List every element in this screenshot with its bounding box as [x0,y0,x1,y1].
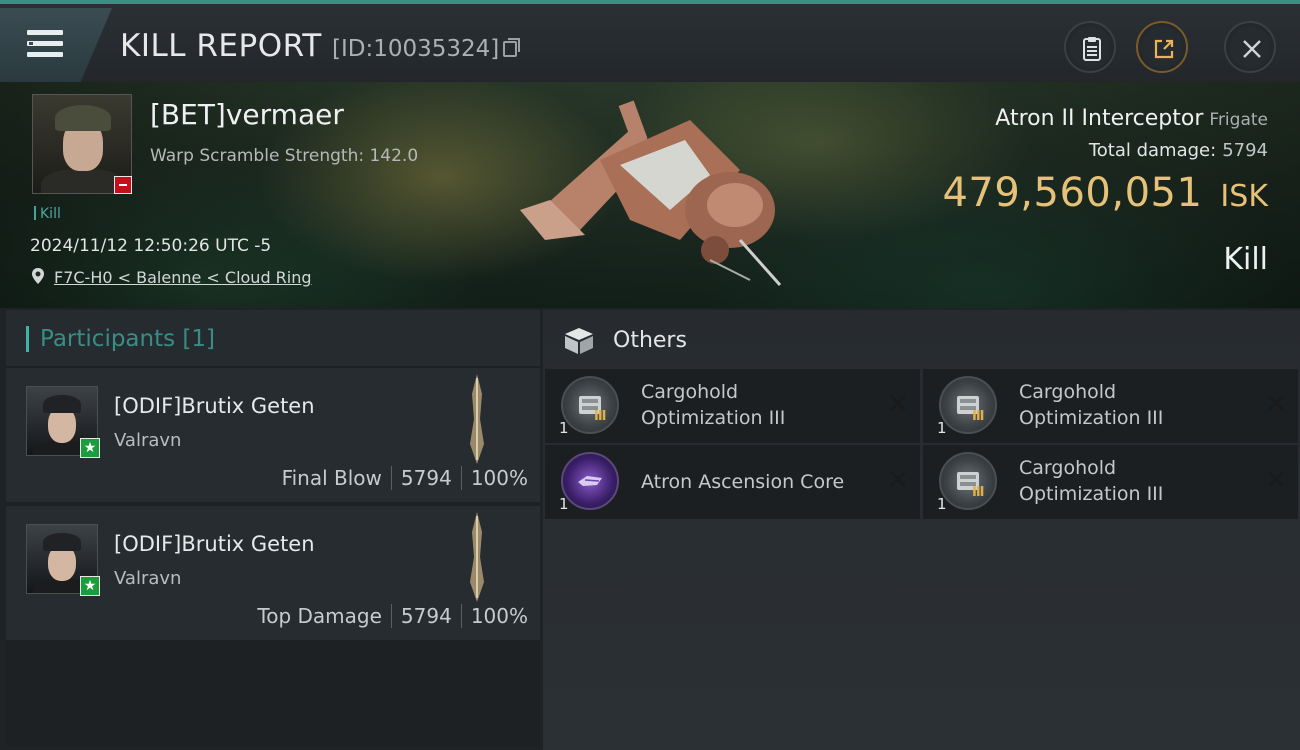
kill-location-link[interactable]: F7C-H0 < Balenne < Cloud Ring [54,268,312,287]
item-name-line2: Optimization III [1019,407,1164,429]
ship-class: Frigate [1209,110,1268,130]
item-name: Cargohold Optimization III [1019,379,1163,431]
participant-row[interactable]: ★ [ODIF]Brutix Geten Valravn Final Blow 5… [6,368,540,502]
isk-value: 479,560,051 ISK [942,170,1268,216]
others-panel: Others III 1 Cargohold Optimization III … [543,310,1300,750]
dropped-item[interactable]: III 1 Cargohold Optimization III [545,369,920,443]
dropped-item[interactable]: III 1 Cargohold Optimization III [923,445,1298,519]
page-title: KILL REPORT [120,28,322,64]
kill-tag: Kill [34,206,61,222]
item-quantity: 1 [559,495,569,513]
isk-amount: 479,560,051 [942,170,1203,216]
participant-ship: Valravn [114,430,182,451]
participants-panel: Participants [1] ★ [ODIF]Brutix Geten Va… [6,310,540,746]
kill-result: Kill [1223,242,1268,277]
participant-stats: Final Blow 5794 100% [282,466,528,490]
item-tier: III [594,409,606,424]
total-damage-value: 5794 [1222,140,1268,161]
destroyed-x-icon [890,395,906,411]
item-quantity: 1 [937,495,947,513]
weapon-icon [470,512,484,602]
close-icon [1243,40,1261,58]
participant-role: Final Blow [281,466,382,490]
total-damage-label: Total damage: [1088,140,1217,161]
share-icon [1154,39,1174,59]
isk-unit: ISK [1220,179,1268,214]
menu-icon [27,30,63,58]
star-icon: ★ [80,576,100,596]
copy-icon[interactable] [503,38,520,57]
item-name-line1: Cargohold [641,381,739,403]
report-id: [ID:10035324] [332,36,500,62]
cargohold-module-icon [939,376,997,434]
star-icon: ★ [80,438,100,458]
ascension-core-icon [561,452,619,510]
share-button[interactable] [1136,21,1188,73]
item-quantity: 1 [937,419,947,437]
ship-name: Atron II Interceptor [995,106,1204,131]
cargo-box-icon [565,328,593,354]
cargohold-module-icon [561,376,619,434]
item-name-line2: Optimization III [1019,483,1164,505]
close-button[interactable] [1224,21,1276,73]
ship-image[interactable] [510,90,790,290]
participant-ship: Valravn [114,568,182,589]
cargohold-module-icon [939,452,997,510]
participant-damage: 5794 [400,604,452,628]
participant-name: [ODIF]Brutix Geten [114,394,315,418]
others-heading: Others [613,328,687,353]
participant-stats: Top Damage 5794 100% [257,604,528,628]
header-accent-bar [26,326,29,352]
destroyed-x-icon [1268,471,1284,487]
warp-scramble-strength: Warp Scramble Strength: 142.0 [150,146,419,166]
location-pin-icon [32,268,44,284]
total-damage: Total damage: 5794 [1089,140,1268,161]
menu-button[interactable] [0,8,112,82]
kill-datetime: 2024/11/12 12:50:26 UTC -5 [30,236,272,256]
participants-header[interactable]: Participants [1] [6,310,540,366]
item-name: Atron Ascension Core [641,471,845,493]
destroyed-x-icon [890,471,906,487]
dropped-item[interactable]: 1 Atron Ascension Core [545,445,920,519]
weapon-icon [470,374,484,464]
participant-percent: 100% [470,466,528,490]
participants-heading: Participants [1] [40,326,215,352]
clipboard-button[interactable] [1064,21,1116,73]
item-name-line1: Cargohold [1019,457,1117,479]
item-name-line2: Optimization III [641,407,786,429]
item-name: Cargohold Optimization III [1019,455,1163,507]
others-header: Others [543,310,1300,366]
participant-role: Top Damage [257,604,382,628]
victim-name[interactable]: [BET]vermaer [150,98,344,131]
participant-row[interactable]: ★ [ODIF]Brutix Geten Valravn Top Damage 5… [6,506,540,640]
hostile-standing-icon [114,176,132,194]
dropped-item[interactable]: III 1 Cargohold Optimization III [923,369,1298,443]
header-bar: KILL REPORT [ID:10035324] [0,0,1300,82]
clipboard-icon [1083,37,1101,61]
item-name-line1: Cargohold [1019,381,1117,403]
item-name: Cargohold Optimization III [641,379,785,431]
destroyed-x-icon [1268,395,1284,411]
participant-percent: 100% [470,604,528,628]
victim-banner: [BET]vermaer Warp Scramble Strength: 142… [0,82,1300,308]
victim-ship[interactable]: Atron II Interceptor Frigate [995,106,1268,131]
item-quantity: 1 [559,419,569,437]
item-tier: III [972,485,984,500]
item-tier: III [972,409,984,424]
participant-name: [ODIF]Brutix Geten [114,532,315,556]
participant-damage: 5794 [400,466,452,490]
